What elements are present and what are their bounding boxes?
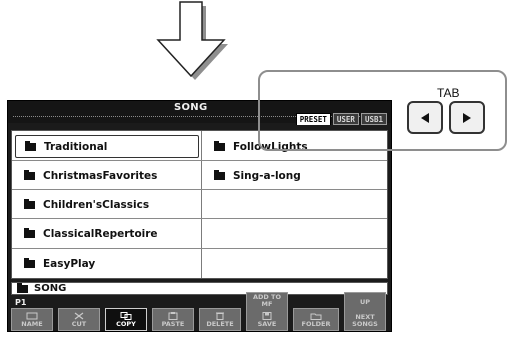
button-label: DELETE: [206, 320, 234, 328]
copy-button[interactable]: COPY: [105, 308, 147, 331]
screen-title: SONG: [174, 102, 208, 113]
folder-label: ChristmasFavorites: [43, 169, 158, 182]
row-divider: [12, 248, 387, 249]
up-label: UP: [359, 298, 371, 306]
folder-icon: [25, 140, 36, 151]
folder-item-childrensclassics[interactable]: Children'sClassics: [15, 193, 199, 216]
folder-icon: [17, 282, 28, 293]
cut-button[interactable]: CUT: [58, 308, 100, 331]
delete-button[interactable]: DELETE: [199, 308, 241, 331]
folder-item-easyplay[interactable]: EasyPlay: [15, 252, 199, 275]
copy-icon: [120, 312, 132, 320]
button-label: SAVE: [257, 320, 277, 328]
button-label: PASTE: [161, 320, 185, 328]
save-icon: [262, 312, 272, 320]
button-label: NEXT SONGS: [352, 313, 378, 328]
folder-item-sing-a-long[interactable]: Sing-a-long: [205, 164, 385, 187]
trash-icon: [216, 312, 224, 320]
folder-icon: [24, 169, 35, 180]
scissors-icon: [74, 312, 84, 320]
folder-label: Sing-a-long: [233, 169, 301, 182]
button-label: FOLDER: [301, 320, 331, 328]
next-songs-button[interactable]: UP NEXT SONGS: [344, 292, 386, 331]
name-icon: [26, 312, 38, 320]
triangle-right-icon: [463, 112, 471, 123]
folder-label: EasyPlay: [43, 257, 96, 270]
folder-icon: [24, 198, 35, 209]
button-label: CUT: [71, 320, 87, 328]
folder-item-traditional[interactable]: Traditional: [15, 135, 199, 158]
button-label: COPY: [116, 320, 136, 328]
folder-item-christmasfavorites[interactable]: ChristmasFavorites: [15, 164, 199, 187]
folder-item-classicalrepertoire[interactable]: ClassicalRepertoire: [15, 222, 199, 245]
button-label: NAME: [21, 320, 43, 328]
file-list-panel: Traditional ChristmasFavorites Children'…: [11, 130, 388, 279]
paste-icon: [168, 312, 178, 320]
triangle-left-icon: [421, 112, 429, 123]
new-folder-icon: [310, 313, 322, 320]
row-divider: [12, 160, 387, 161]
column-divider: [201, 131, 202, 278]
current-path-bar: SONG: [11, 282, 388, 295]
folder-icon: [24, 227, 35, 238]
row-divider: [12, 189, 387, 190]
folder-icon: [24, 257, 35, 268]
paste-button[interactable]: PASTE: [152, 308, 194, 331]
add-to-mf-label: ADD TO MF: [252, 293, 282, 308]
tab-left-button[interactable]: [407, 101, 443, 134]
tab-right-button[interactable]: [449, 101, 485, 134]
folder-icon: [214, 140, 225, 151]
save-button[interactable]: ADD TO MF SAVE: [246, 292, 288, 331]
folder-icon: [214, 169, 225, 180]
folder-label: Traditional: [44, 140, 108, 153]
name-button[interactable]: NAME: [11, 308, 53, 331]
tab-label: TAB: [437, 86, 460, 100]
current-path-label: SONG: [34, 283, 67, 294]
folder-label: Children'sClassics: [43, 198, 150, 211]
row-divider: [12, 218, 387, 219]
folder-button[interactable]: FOLDER: [293, 308, 339, 331]
page-indicator: P1: [15, 298, 27, 307]
folder-label: ClassicalRepertoire: [43, 227, 158, 240]
